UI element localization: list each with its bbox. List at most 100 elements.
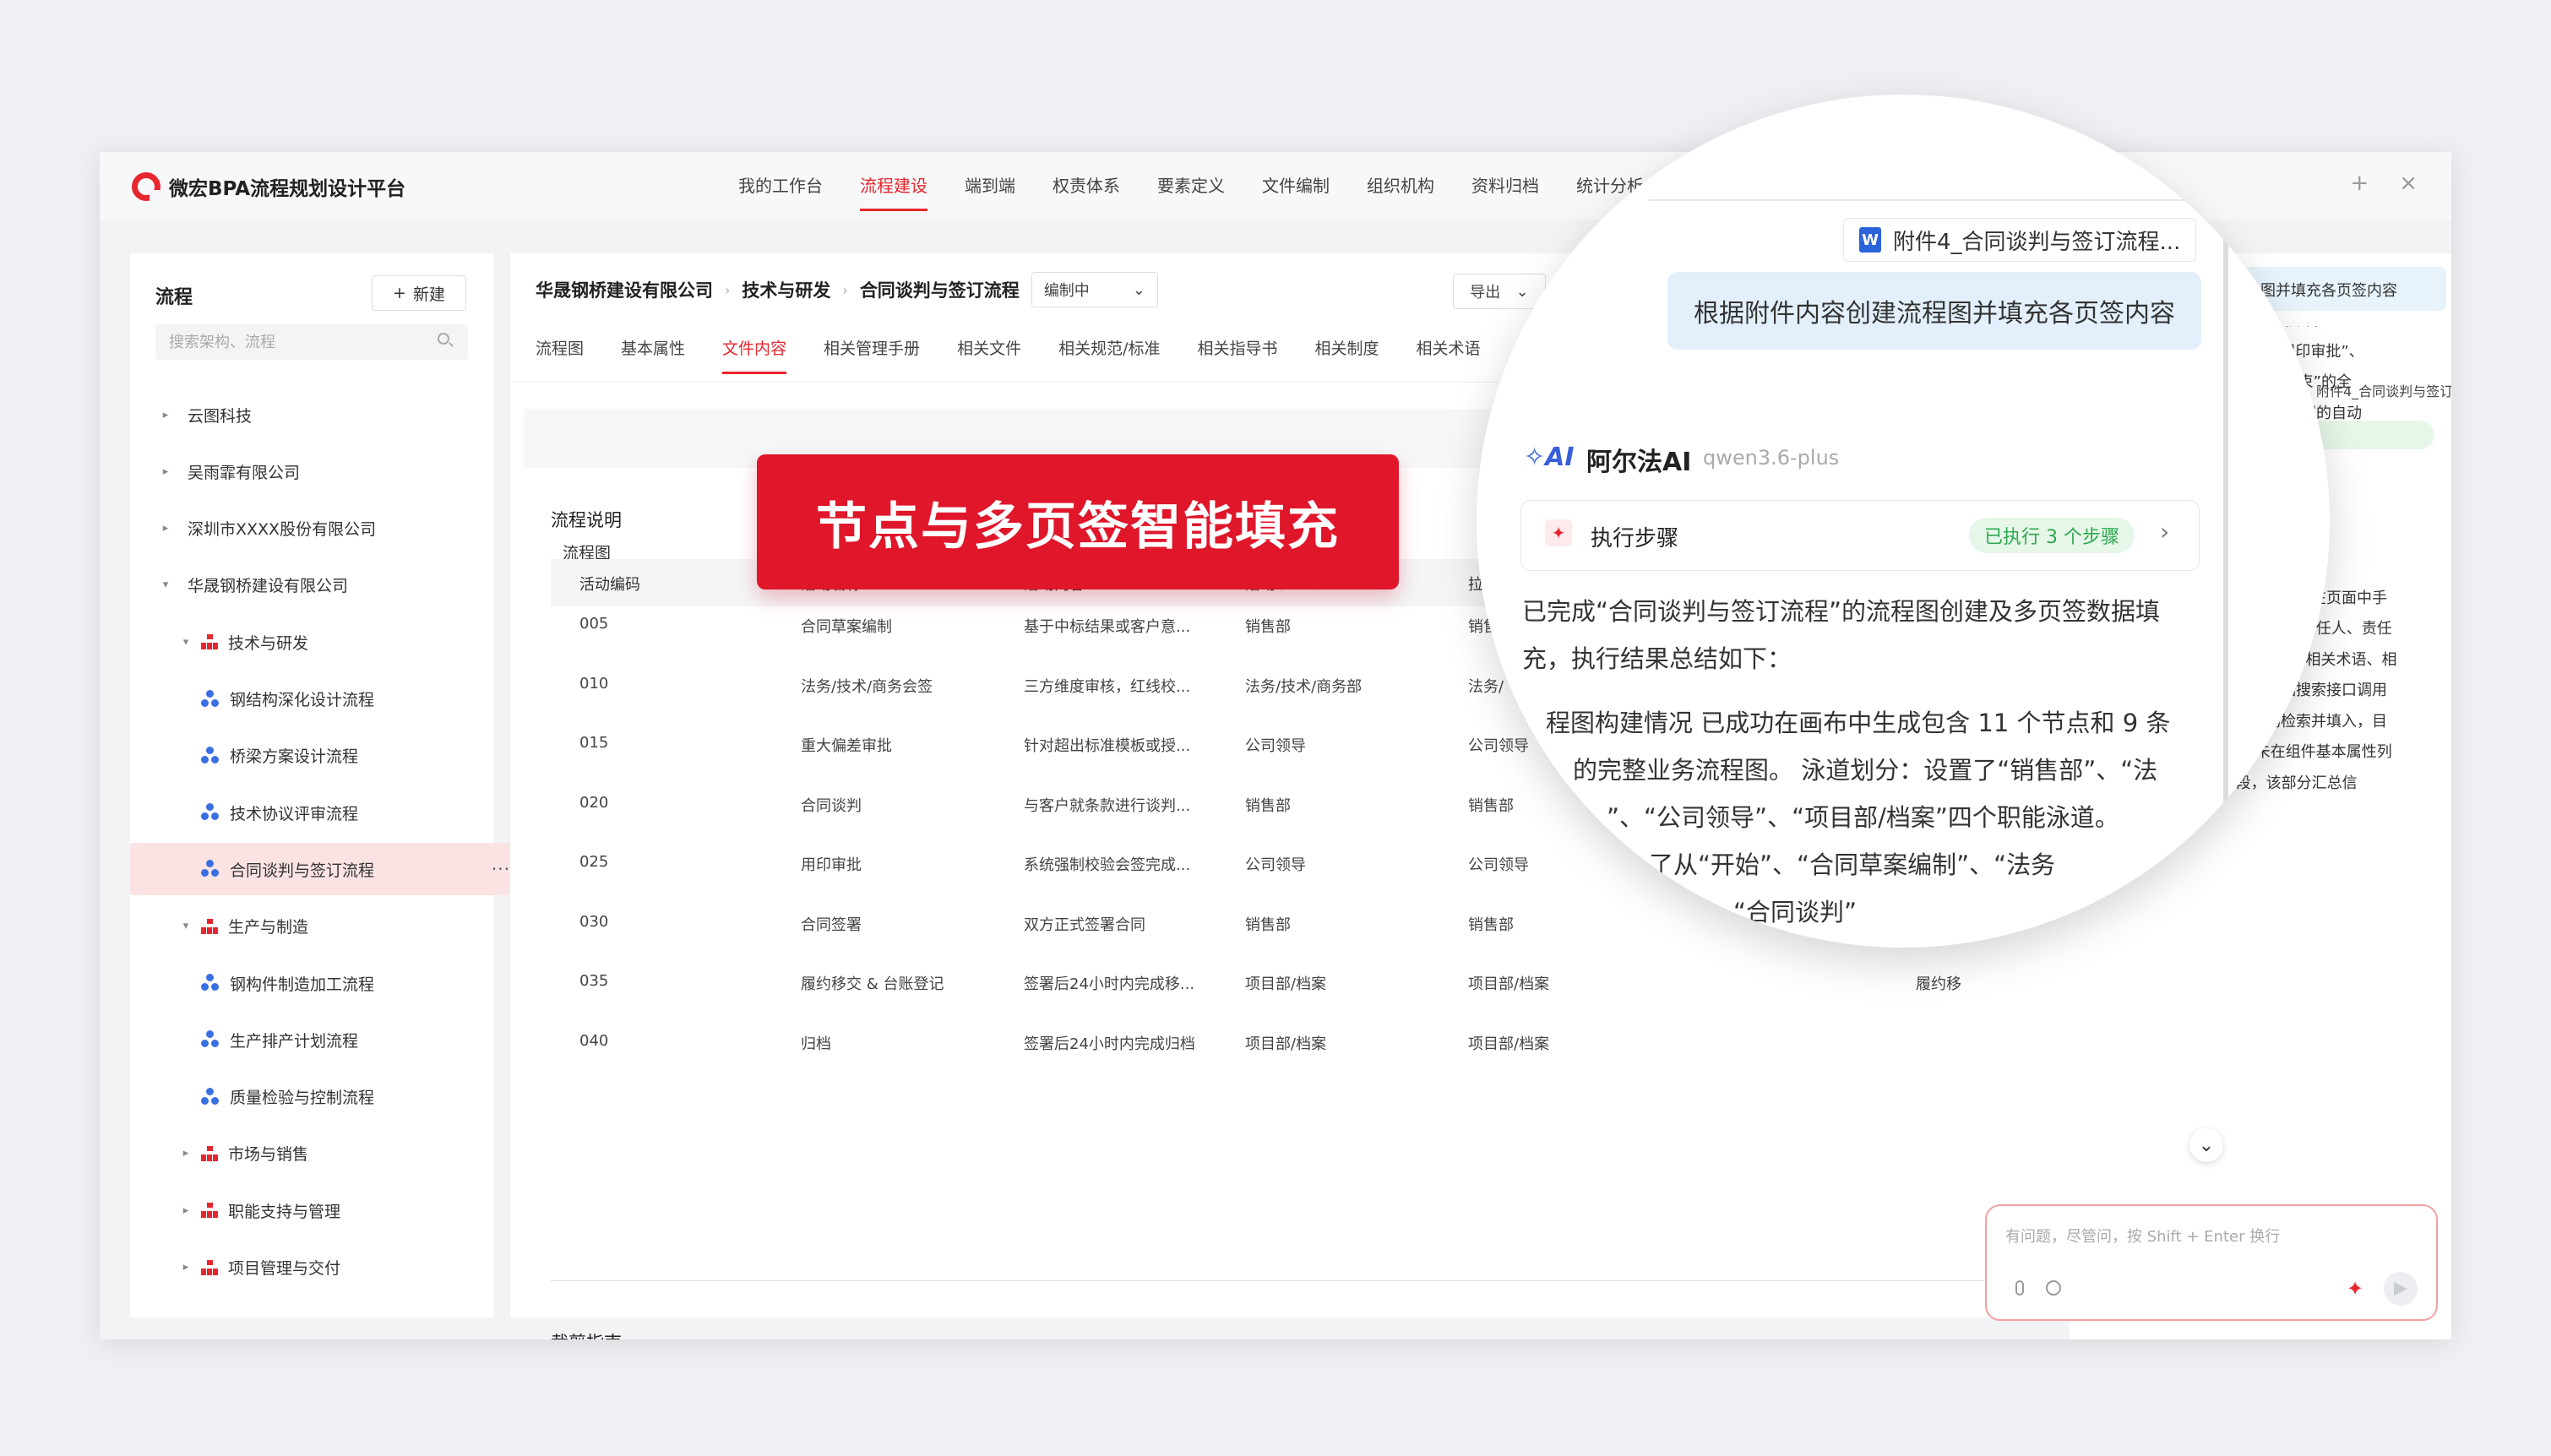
attachment-file-name: 附件4_合同谈判与签订流程... xyxy=(1893,229,2181,255)
tab-flowchart[interactable]: 流程图 xyxy=(536,336,584,380)
tab-basic-attrs[interactable]: 基本属性 xyxy=(621,336,685,380)
table-row[interactable]: 040 归档 签署后24小时内完成归档 项目部/档案 项目部/档案 xyxy=(551,1024,2071,1083)
breadcrumb-item[interactable]: 华晟钢桥建设有限公司 xyxy=(536,277,713,302)
table-cell: 双方正式签署合同 xyxy=(1024,915,1145,934)
tree-item-label: 生产与制造 xyxy=(228,918,309,937)
tree-node[interactable]: ▸ 吴雨霏有限公司 xyxy=(159,445,300,497)
tree-node[interactable]: ▾ 技术与研发 xyxy=(179,616,308,668)
caret-right-icon[interactable]: ▸ xyxy=(179,1204,193,1217)
tree-process-item[interactable]: 质量检验与控制流程 xyxy=(201,1071,374,1123)
tree-process-item[interactable]: 桥梁方案设计流程 xyxy=(201,730,358,782)
scrollbar[interactable] xyxy=(2223,221,2228,838)
nav-authority[interactable]: 权责体系 xyxy=(1034,172,1139,211)
table-cell: 015 xyxy=(579,734,609,752)
caret-right-icon[interactable]: ▸ xyxy=(159,465,172,478)
sparkle-icon: ✦ xyxy=(1545,519,1572,546)
tree-node[interactable]: ▸ 深圳市XXXX股份有限公司 xyxy=(159,503,376,555)
content-tabs: 流程图 基本属性 文件内容 相关管理手册 相关文件 相关规范/标准 相关指导书 … xyxy=(536,336,1518,380)
execution-steps-card[interactable]: ✦ 执行步骤 已执行 3 个步骤 › xyxy=(1520,500,2200,571)
summary-line: 了从“开始”、“合同草案编制”、“法务 xyxy=(1649,850,2056,879)
summary-text: 已完成“合同谈判与签订流程”的流程图创建及多页签数据填充，执行结果总结如下： xyxy=(1522,597,2161,673)
tree-node[interactable]: ▸ 市场与销售 xyxy=(179,1127,308,1180)
tab-file-content[interactable]: 文件内容 xyxy=(722,336,787,380)
tree-item-label: 吴雨霏有限公司 xyxy=(188,463,301,482)
sidebar-search-input[interactable] xyxy=(155,324,468,360)
table-cell: 030 xyxy=(579,912,609,931)
table-cell: 归档 xyxy=(801,1035,831,1053)
column-header: 活动编码 xyxy=(579,576,640,594)
tree-item-label: 云图科技 xyxy=(188,406,253,426)
tree-item-label: 桥梁方案设计流程 xyxy=(230,747,359,767)
tree-process-item[interactable]: 合同谈判与签订流程 ··· xyxy=(130,843,530,896)
tab-manuals[interactable]: 相关管理手册 xyxy=(824,336,920,380)
table-cell: 010 xyxy=(579,674,609,693)
user-question-text: 图并填充各页签内容 xyxy=(2260,282,2397,300)
process-flow-icon xyxy=(201,1087,220,1106)
export-label: 导出 xyxy=(1470,284,1501,302)
ai-model: qwen3.6-plus xyxy=(1703,446,1840,470)
send-icon[interactable] xyxy=(2384,1272,2418,1306)
tree-node[interactable]: ▾ 生产与制造 xyxy=(179,900,308,953)
table-cell: 005 xyxy=(579,615,609,633)
table-cell: 针对超出标准模板或授... xyxy=(1024,737,1191,755)
attachment-icon[interactable] xyxy=(2015,1280,2024,1296)
tab-terms[interactable]: 相关术语 xyxy=(1417,336,1481,380)
tab-related-files[interactable]: 相关文件 xyxy=(957,336,1021,380)
chat-input[interactable] xyxy=(2004,1223,2412,1260)
summary-line: 程图构建情况 已成功在画布中生成包含 11 个节点和 9 条 xyxy=(1546,709,2171,737)
caret-right-icon[interactable]: ▸ xyxy=(179,1147,193,1160)
process-flow-icon xyxy=(201,803,220,822)
new-button[interactable]: + 新建 xyxy=(372,275,466,311)
tree-item-label: 技术与研发 xyxy=(228,633,309,653)
caret-down-icon[interactable]: ▾ xyxy=(159,579,172,591)
tree-node[interactable]: ▾ 华晟钢桥建设有限公司 xyxy=(159,559,348,611)
process-flow-icon xyxy=(201,689,220,709)
settings-icon[interactable] xyxy=(2046,1280,2061,1296)
add-window-icon[interactable]: + xyxy=(2350,171,2369,196)
search-icon[interactable] xyxy=(438,333,449,345)
table-cell: 040 xyxy=(579,1031,609,1050)
tree-process-item[interactable]: 生产排产计划流程 xyxy=(201,1013,358,1066)
tree-process-item[interactable]: 钢构件制造加工流程 xyxy=(201,957,374,1009)
scroll-down-button[interactable]: ⌄ xyxy=(2189,1128,2223,1162)
caret-right-icon[interactable]: ▸ xyxy=(159,409,172,421)
caret-down-icon[interactable]: ▾ xyxy=(179,920,193,932)
export-button[interactable]: 导出 ⌄ xyxy=(1453,274,1546,309)
nav-organization[interactable]: 组织机构 xyxy=(1348,172,1453,211)
breadcrumb-item: 合同谈判与签订流程 xyxy=(859,280,1020,301)
chat-input-box: ✦ xyxy=(1985,1204,2438,1321)
caret-right-icon[interactable]: ▸ xyxy=(179,1261,193,1274)
tree-node[interactable]: ▸ 职能支持与管理 xyxy=(179,1184,340,1236)
tree-node[interactable]: ▸ 项目管理与交付 xyxy=(179,1241,340,1294)
nav-process-build[interactable]: 流程建设 xyxy=(841,172,946,211)
table-cell: 合同签署 xyxy=(801,915,862,934)
table-cell: 销售部 xyxy=(1468,796,1514,815)
attachment-file-chip[interactable]: W 附件4_合同谈判与签订流程... xyxy=(1843,218,2197,262)
tree-process-item[interactable]: 技术协议评审流程 xyxy=(201,786,358,839)
table-cell: 合同草案编制 xyxy=(801,618,892,636)
more-icon[interactable]: ··· xyxy=(492,859,510,879)
table-cell: 销售部 xyxy=(1245,796,1291,815)
tab-guides[interactable]: 相关指导书 xyxy=(1197,336,1277,380)
close-icon[interactable]: × xyxy=(2399,171,2418,196)
nav-elements[interactable]: 要素定义 xyxy=(1139,172,1243,211)
tree-node[interactable]: ▸ 云图科技 xyxy=(159,388,252,441)
table-row[interactable]: 035 履约移交 & 台账登记 签署后24小时内完成移... 项目部/档案 项目部/档案… xyxy=(551,964,2071,1023)
tree-process-item[interactable]: 钢结构深化设计流程 xyxy=(201,673,374,725)
nav-archive[interactable]: 资料归档 xyxy=(1453,172,1558,211)
tab-standards[interactable]: 相关规范/标准 xyxy=(1058,336,1160,380)
section-title-tailoring: 裁剪指南 xyxy=(551,1329,622,1339)
breadcrumb-item[interactable]: 技术与研发 xyxy=(742,277,830,302)
status-select[interactable]: 编制中 ⌄ xyxy=(1031,272,1158,307)
sparkle-icon[interactable]: ✦ xyxy=(2347,1277,2363,1301)
table-cell: 销售部 xyxy=(1468,915,1514,934)
nav-end-to-end[interactable]: 端到端 xyxy=(946,172,1034,211)
ai-name: 阿尔法AI xyxy=(1586,448,1692,477)
caret-down-icon[interactable]: ▾ xyxy=(179,636,193,649)
tab-regulations[interactable]: 相关制度 xyxy=(1315,336,1379,380)
nav-workbench[interactable]: 我的工作台 xyxy=(720,172,841,211)
caret-right-icon[interactable]: ▸ xyxy=(159,522,172,535)
nav-documents[interactable]: 文件编制 xyxy=(1243,172,1348,211)
org-chart-icon xyxy=(201,918,218,934)
main-nav: 我的工作台 流程建设 端到端 权责体系 要素定义 文件编制 组织机构 资料归档 … xyxy=(720,172,1662,211)
